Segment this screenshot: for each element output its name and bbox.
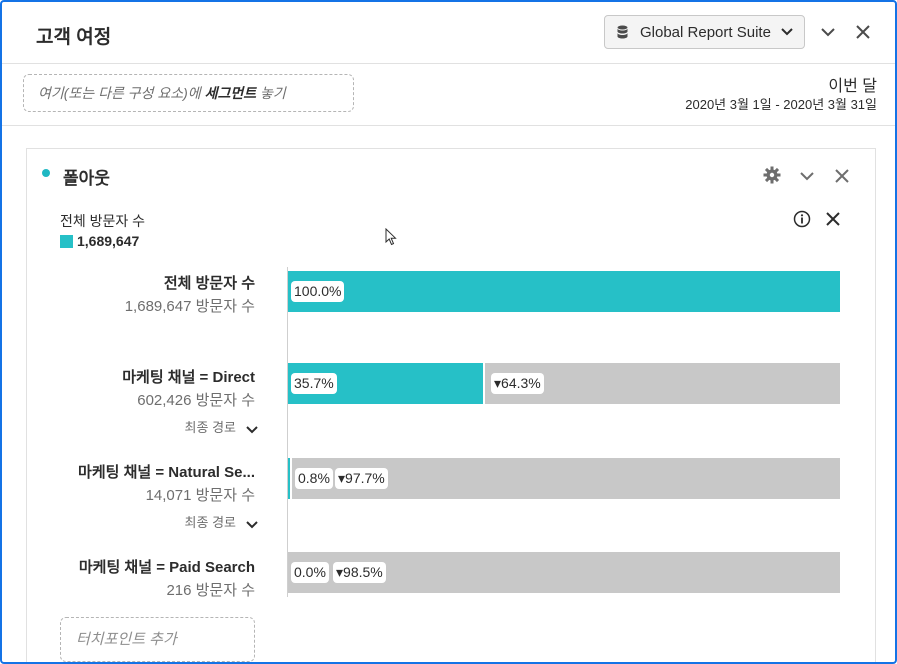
- segment-drop-suffix: 놓기: [256, 85, 286, 101]
- path-label: 최종 경로: [184, 515, 236, 530]
- path-label: 최종 경로: [184, 420, 236, 435]
- step-bar[interactable]: 35.7% ▾64.3%: [288, 363, 840, 404]
- legend-swatch: [60, 235, 73, 248]
- add-touchpoint-drop-zone[interactable]: 터치포인트 추가: [60, 617, 255, 662]
- step-bar[interactable]: 100.0%: [288, 271, 840, 312]
- step-percent-label: 100.0%: [291, 281, 345, 302]
- chevron-down-icon[interactable]: [798, 167, 816, 185]
- header: 고객 여정 Global Report Suite: [2, 2, 895, 64]
- step-label[interactable]: 마케팅 채널 = Direct 602,426 방문자 수: [122, 366, 255, 410]
- report-suite-label: Global Report Suite: [640, 23, 771, 41]
- last-path-toggle[interactable]: 최종 경로: [185, 512, 258, 531]
- step-fallout-label: ▾97.7%: [335, 468, 388, 489]
- segment-drop-prefix: 여기(또는 다른 구성 요소)에: [38, 85, 205, 101]
- step-count: 216 방문자 수: [166, 582, 255, 599]
- legend-value: 1,689,647: [77, 233, 140, 249]
- fallout-axis: [287, 267, 288, 597]
- step-percent-label: 35.7%: [291, 373, 337, 394]
- close-icon[interactable]: [855, 24, 871, 40]
- step-name: 마케팅 채널 = Paid Search: [78, 559, 255, 576]
- close-icon[interactable]: [826, 212, 840, 226]
- panel-indicator-dot: [42, 169, 50, 177]
- step-count: 1,689,647 방문자 수: [124, 298, 255, 315]
- segment-bar: 여기(또는 다른 구성 요소)에 세그먼트 놓기 이번 달 2020년 3월 1…: [2, 64, 895, 126]
- step-count: 602,426 방문자 수: [137, 392, 255, 409]
- gear-icon[interactable]: [763, 166, 781, 184]
- step-fallout-label: ▾64.3%: [491, 373, 544, 394]
- chevron-down-icon: [781, 28, 793, 36]
- segment-drop-zone[interactable]: 여기(또는 다른 구성 요소)에 세그먼트 놓기: [23, 74, 354, 112]
- step-count: 14,071 방문자 수: [145, 487, 255, 504]
- collapse-chevron-icon[interactable]: [820, 24, 836, 40]
- fallout-panel: 폴아웃 전체 방문자 수 1,689,647 전체 방문자 수 1,689,64…: [26, 148, 876, 662]
- step-name: 마케팅 채널 = Natural Se...: [78, 464, 255, 481]
- panel-title[interactable]: 폴아웃: [63, 164, 110, 189]
- step-name: 마케팅 채널 = Direct: [122, 369, 255, 386]
- step-bar[interactable]: 0.0% ▾98.5%: [288, 552, 840, 593]
- step-bar[interactable]: 0.8% ▾97.7%: [288, 458, 840, 499]
- database-icon: [617, 25, 628, 39]
- mouse-cursor-icon: [385, 228, 397, 246]
- step-bar-fill: [288, 271, 840, 312]
- report-suite-dropdown[interactable]: Global Report Suite: [604, 15, 805, 49]
- step-fallout-label: ▾98.5%: [333, 562, 386, 583]
- journey-window: 고객 여정 Global Report Suite 여기(또는 다른 구성 요소…: [0, 0, 897, 664]
- chevron-down-icon: [246, 520, 258, 528]
- step-name: 전체 방문자 수: [163, 275, 255, 292]
- step-bar-fill: [288, 458, 292, 499]
- date-range-title[interactable]: 이번 달: [828, 72, 877, 96]
- segment-drop-bold: 세그먼트: [204, 85, 257, 101]
- date-range[interactable]: 2020년 3월 1일 - 2020년 3월 31일: [685, 94, 877, 113]
- step-label[interactable]: 마케팅 채널 = Natural Se... 14,071 방문자 수: [78, 461, 255, 505]
- step-percent-label: 0.0%: [291, 562, 329, 583]
- page-title: 고객 여정: [36, 27, 112, 48]
- step-label[interactable]: 마케팅 채널 = Paid Search 216 방문자 수: [79, 556, 255, 600]
- legend-title: 전체 방문자 수: [60, 213, 146, 229]
- step-label[interactable]: 전체 방문자 수 1,689,647 방문자 수: [125, 272, 255, 316]
- info-icon[interactable]: [793, 210, 811, 228]
- chevron-down-icon: [246, 425, 258, 433]
- step-percent-label: 0.8%: [295, 468, 333, 489]
- last-path-toggle[interactable]: 최종 경로: [185, 417, 258, 436]
- close-icon[interactable]: [833, 167, 851, 185]
